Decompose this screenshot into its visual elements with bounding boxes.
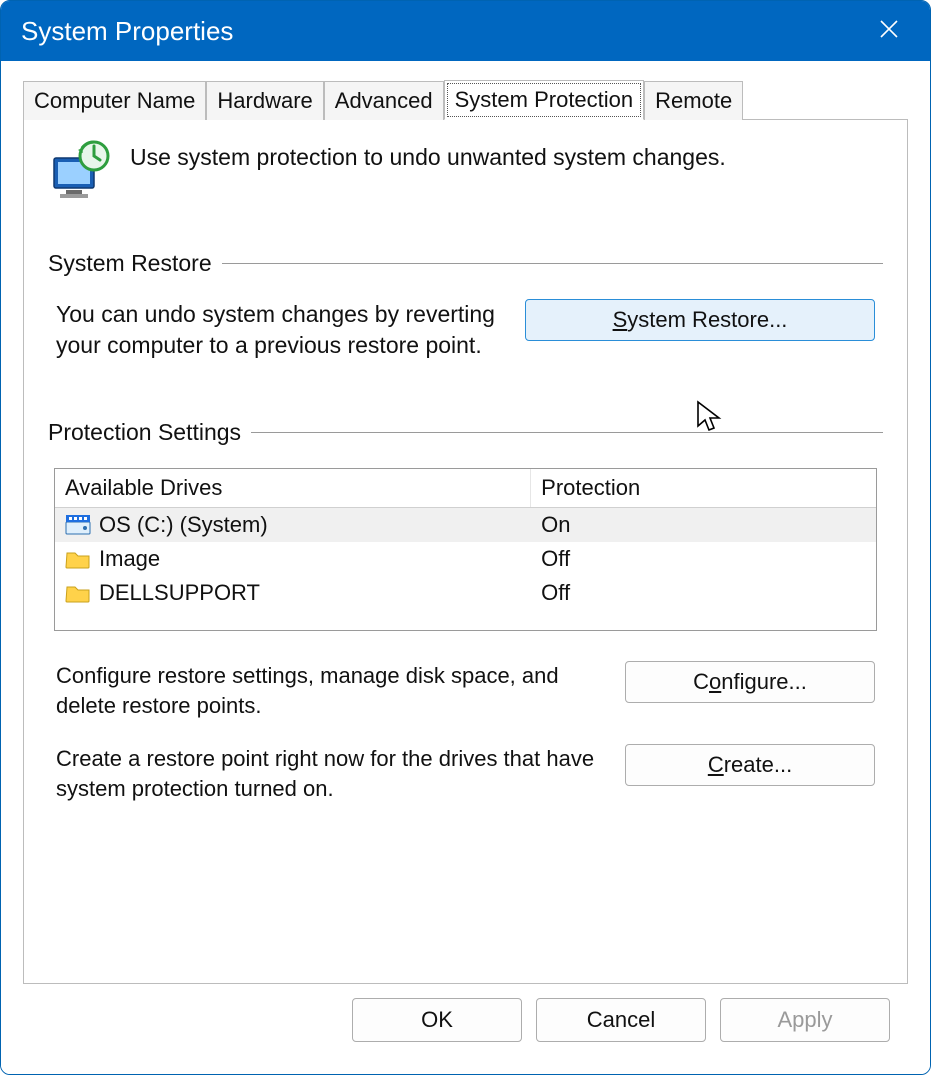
apply-button: Apply [720, 998, 890, 1042]
drive-name: Image [99, 546, 160, 572]
listview-header: Available Drives Protection [55, 469, 876, 508]
drives-listview[interactable]: Available Drives Protection [54, 468, 877, 631]
system-properties-window: System Properties Computer Name Hardware… [0, 0, 931, 1075]
create-description: Create a restore point right now for the… [56, 744, 607, 803]
ok-button[interactable]: OK [352, 998, 522, 1042]
close-icon[interactable] [868, 12, 910, 51]
drive-row-dellsupport[interactable]: DELLSUPPORT Off [55, 576, 876, 610]
cancel-button[interactable]: Cancel [536, 998, 706, 1042]
dialog-footer: OK Cancel Apply [23, 984, 908, 1060]
system-restore-button[interactable]: System Restore... [525, 299, 875, 341]
column-protection[interactable]: Protection [531, 469, 876, 507]
group-label-settings: Protection Settings [48, 419, 241, 446]
dialog-content: Computer Name Hardware Advanced System P… [1, 61, 930, 1074]
titlebar: System Properties [1, 1, 930, 61]
system-restore-button-label: ystem Restore... [627, 307, 787, 332]
drive-protection: Off [531, 542, 876, 576]
window-title: System Properties [21, 16, 233, 47]
restore-description: You can undo system changes by reverting… [56, 299, 505, 361]
group-protection-settings: Protection Settings [48, 419, 883, 446]
disk-icon [65, 514, 91, 536]
system-protection-panel: Use system protection to undo unwanted s… [23, 120, 908, 984]
drive-protection: On [531, 508, 876, 542]
drive-protection: Off [531, 576, 876, 610]
drive-name: OS (C:) (System) [99, 512, 268, 538]
group-label-restore: System Restore [48, 250, 212, 277]
tab-system-protection[interactable]: System Protection [444, 80, 645, 120]
tabstrip: Computer Name Hardware Advanced System P… [23, 79, 908, 120]
folder-icon [65, 582, 91, 604]
drive-name: DELLSUPPORT [99, 580, 260, 606]
tab-advanced[interactable]: Advanced [324, 81, 444, 120]
drive-row-image[interactable]: Image Off [55, 542, 876, 576]
folder-icon [65, 548, 91, 570]
group-system-restore: System Restore [48, 250, 883, 277]
create-button[interactable]: Create... [625, 744, 875, 786]
tab-remote[interactable]: Remote [644, 81, 743, 120]
column-available-drives[interactable]: Available Drives [55, 469, 531, 507]
tab-hardware[interactable]: Hardware [206, 81, 323, 120]
configure-description: Configure restore settings, manage disk … [56, 661, 607, 720]
system-restore-icon [48, 140, 112, 206]
drive-row-os-c[interactable]: OS (C:) (System) On [55, 508, 876, 542]
tab-computer-name[interactable]: Computer Name [23, 81, 206, 120]
intro-text: Use system protection to undo unwanted s… [130, 140, 726, 171]
configure-button[interactable]: Configure... [625, 661, 875, 703]
